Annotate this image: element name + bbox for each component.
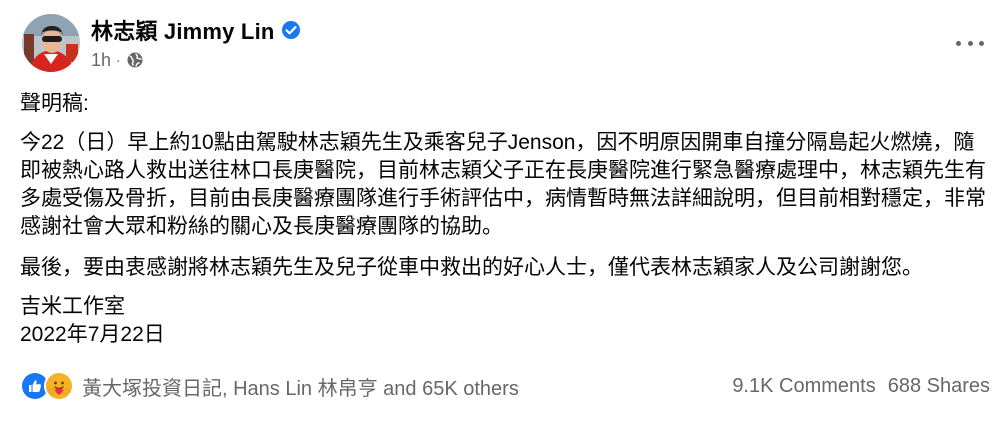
care-icon [44, 371, 74, 401]
post-meta: 1h · [91, 49, 144, 71]
post-body: 聲明稿: 今22（日）早上約10點由駕駛林志穎先生及乘客兒子Jenson，因不明… [20, 90, 990, 349]
globe-icon[interactable] [126, 51, 144, 69]
more-dot-icon [967, 40, 973, 46]
comments-count[interactable]: 9.1K Comments [732, 375, 875, 398]
avatar-image [22, 14, 80, 72]
facebook-post: 林志穎 Jimmy Lin 1h · 聲明稿: 今22（日）早上約10點由駕駛林… [0, 0, 1006, 421]
post-thanks-paragraph: 最後，要由衷感謝將林志穎先生及兒子從車中救出的好心人士，僅代表林志穎家人及公司謝… [20, 256, 923, 279]
more-dot-icon [979, 40, 984, 46]
reaction-icons [20, 371, 74, 401]
shares-count[interactable]: 688 Shares [888, 375, 990, 398]
post-date: 2022年7月22日 [20, 323, 165, 346]
author-avatar[interactable] [22, 14, 80, 72]
author-line: 林志穎 Jimmy Lin [91, 16, 301, 44]
author-name[interactable]: 林志穎 Jimmy Lin [91, 14, 275, 46]
more-options-button[interactable] [956, 33, 984, 53]
more-dot-icon [956, 40, 961, 46]
reactions-summary[interactable]: 黃大塚投資日記, Hans Lin 林帛亨 and 65K others [20, 371, 519, 401]
engagement-counts: 9.1K Comments 688 Shares [732, 375, 990, 398]
post-signature: 吉米工作室 [20, 295, 125, 318]
post-engagement-bar: 黃大塚投資日記, Hans Lin 林帛亨 and 65K others 9.1… [20, 370, 990, 402]
post-greeting: 聲明稿: [20, 92, 89, 115]
reactors-text[interactable]: 黃大塚投資日記, Hans Lin 林帛亨 and 65K others [82, 372, 519, 401]
verified-badge-icon [281, 20, 301, 40]
post-timestamp[interactable]: 1h [91, 50, 111, 71]
post-main-paragraph: 今22（日）早上約10點由駕駛林志穎先生及乘客兒子Jenson，因不明原因開車自… [20, 131, 986, 238]
meta-separator: · [116, 52, 121, 68]
